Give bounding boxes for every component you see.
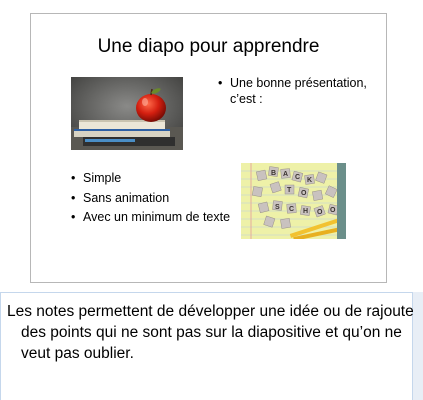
list-item: Sans animation — [71, 191, 231, 207]
slide-preview[interactable]: Une diapo pour apprendre • Une bonne pré… — [30, 13, 387, 283]
letter-t: T — [287, 187, 292, 194]
list-item: Avec un minimum de texte — [71, 210, 231, 226]
letter-h: H — [303, 208, 308, 215]
intro-bullet-list[interactable]: Une bonne présentation, c’est : — [218, 76, 368, 111]
speaker-notes-area[interactable]: Les notes permettent de développer une i… — [0, 292, 419, 400]
speaker-notes-text[interactable]: Les notes permettent de développer une i… — [7, 301, 421, 364]
letter-o3: O — [330, 207, 336, 214]
apple-books-image[interactable] — [71, 77, 183, 150]
scrabble-tiles-image[interactable]: B A C K T O S C H O O — [241, 163, 346, 239]
letter-o: O — [301, 190, 307, 197]
letter-o2: O — [317, 209, 323, 216]
letter-a: A — [283, 171, 288, 178]
list-item: Une bonne présentation, c’est : — [218, 76, 368, 107]
criteria-bullet-list[interactable]: Simple Sans animation Avec un minimum de… — [71, 171, 231, 230]
letter-c2: C — [289, 206, 294, 213]
notes-scroll-edge — [413, 292, 423, 400]
list-item: Simple — [71, 171, 231, 187]
letter-b: B — [271, 170, 276, 177]
letter-c: C — [295, 174, 300, 181]
slide-title[interactable]: Une diapo pour apprendre — [31, 36, 386, 58]
letter-s: S — [275, 204, 280, 211]
letter-k: K — [307, 177, 312, 184]
